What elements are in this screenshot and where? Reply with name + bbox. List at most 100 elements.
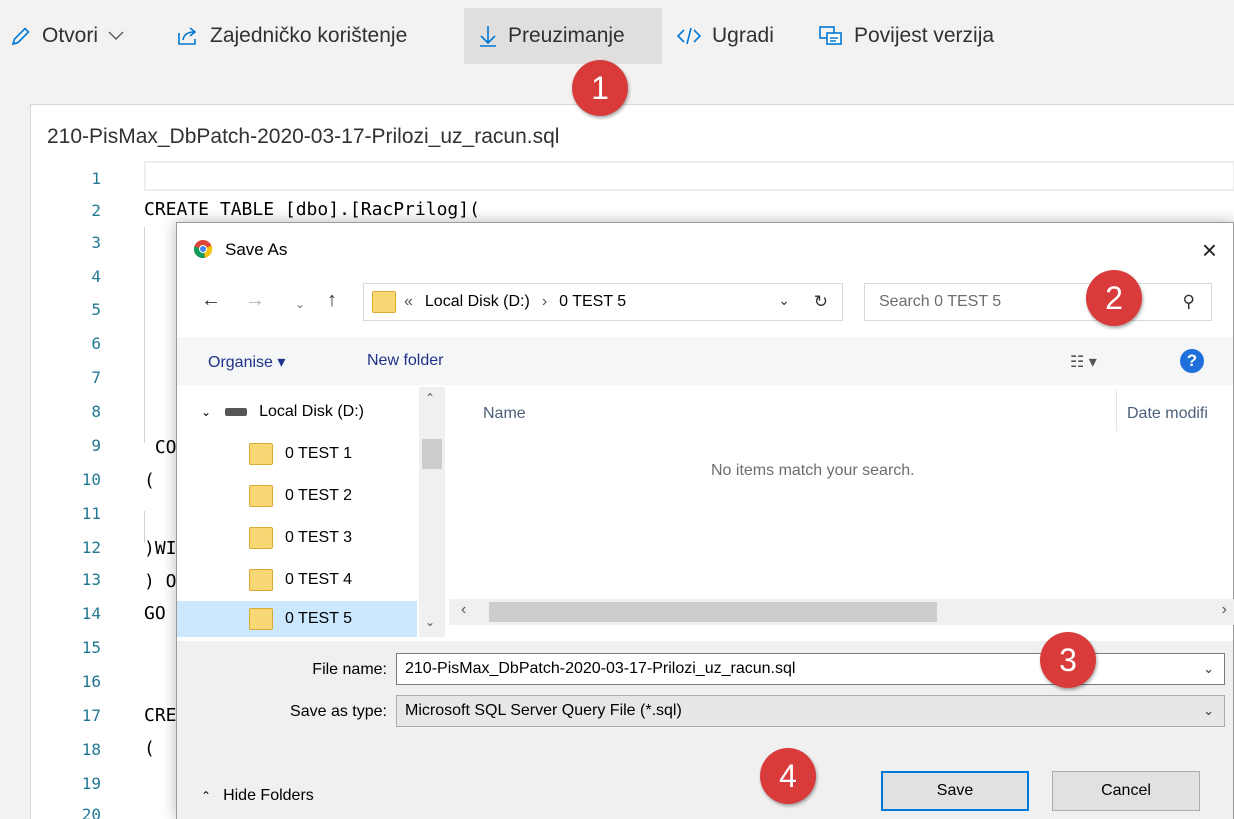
organise-label: Organise — [208, 354, 273, 371]
chrome-icon — [193, 239, 213, 264]
horizontal-scrollbar[interactable]: ‹ › — [449, 599, 1234, 625]
address-separator: › — [541, 293, 548, 310]
line-number: 10 — [81, 470, 101, 489]
scroll-left-icon[interactable]: ‹ — [461, 601, 466, 619]
tree-item-folder[interactable]: 0 TEST 1 — [177, 433, 417, 475]
file-title: 210-PisMax_DbPatch-2020-03-17-Prilozi_uz… — [47, 125, 560, 148]
save-button[interactable]: Save — [881, 771, 1029, 811]
line-number: 13 — [81, 570, 101, 589]
view-options-icon[interactable]: ☷ ▾ — [1070, 352, 1097, 372]
address-current-folder[interactable]: 0 TEST 5 — [559, 293, 626, 311]
folder-icon — [249, 608, 273, 630]
help-icon[interactable]: ? — [1180, 349, 1204, 373]
code-line-2: CREATE TABLE [dbo].[RacPrilog]( — [144, 199, 480, 220]
scroll-right-icon[interactable]: › — [1222, 601, 1227, 619]
save-as-dialog: Save As × ← → ⌄ ↑ « Local Disk (D:) › 0 … — [176, 222, 1234, 819]
download-button[interactable]: Preuzimanje — [464, 8, 662, 64]
organise-button[interactable]: Organise ▾ — [208, 352, 285, 372]
new-folder-button[interactable]: New folder — [367, 352, 443, 370]
tree-item-folder[interactable]: 0 TEST 2 — [177, 475, 417, 517]
save-as-type-label: Save as type: — [290, 703, 387, 720]
share-label: Zajedničko korištenje — [210, 24, 408, 47]
share-button[interactable]: Zajedničko korištenje — [176, 8, 407, 64]
line-number: 2 — [91, 201, 101, 220]
cancel-button[interactable]: Cancel — [1052, 771, 1200, 811]
share-icon — [176, 25, 200, 47]
line-number: 8 — [91, 402, 101, 421]
tree-item-label: 0 TEST 4 — [285, 571, 352, 588]
callout-badge: 2 — [1086, 270, 1142, 326]
forward-arrow-icon[interactable]: → — [245, 289, 265, 312]
chevron-down-icon[interactable]: ⌄ — [778, 292, 790, 309]
drive-icon — [225, 408, 248, 416]
column-divider[interactable] — [1116, 389, 1117, 431]
refresh-icon[interactable]: ↻ — [814, 292, 828, 312]
hide-folders-button[interactable]: ⌃ Hide Folders — [201, 787, 314, 805]
file-name-field[interactable]: 210-PisMax_DbPatch-2020-03-17-Prilozi_uz… — [396, 653, 1225, 685]
indent-guide — [144, 227, 145, 443]
open-button[interactable]: Otvori — [10, 8, 124, 64]
callout-badge: 3 — [1040, 632, 1096, 688]
tree-item-label: 0 TEST 3 — [285, 529, 352, 546]
tree-item-folder[interactable]: 0 TEST 3 — [177, 517, 417, 559]
line-number: 9 — [91, 436, 101, 455]
empty-message: No items match your search. — [711, 462, 915, 479]
navigation-row: ← → ⌄ ↑ « Local Disk (D:) › 0 TEST 5 ⌄ ↻… — [177, 283, 1233, 323]
close-icon[interactable]: × — [1202, 235, 1217, 266]
dialog-title: Save As — [225, 240, 288, 259]
save-as-type-value: Microsoft SQL Server Query File (*.sql) — [405, 702, 682, 719]
command-bar: Otvori Zajedničko korištenje Preuzimanje… — [0, 0, 1234, 70]
address-overflow[interactable]: « — [404, 293, 413, 311]
column-header-name[interactable]: Name — [483, 405, 526, 423]
folder-icon — [249, 527, 273, 549]
tree-item-label: 0 TEST 2 — [285, 487, 352, 504]
save-as-type-select[interactable]: Microsoft SQL Server Query File (*.sql) … — [396, 695, 1225, 727]
back-arrow-icon[interactable]: ← — [201, 289, 221, 312]
line-number: 6 — [91, 334, 101, 353]
chevron-down-icon[interactable]: ⌄ — [1203, 703, 1214, 719]
callout-badge: 1 — [572, 60, 628, 116]
code-icon — [676, 26, 702, 46]
download-icon — [478, 24, 498, 48]
version-history-label: Povijest verzija — [854, 24, 995, 47]
line-number: 18 — [81, 740, 101, 759]
code-line-11: ( — [144, 470, 155, 491]
tree-item-folder[interactable]: 0 TEST 4 — [177, 559, 417, 601]
tree-item-folder-selected[interactable]: 0 TEST 5 — [177, 601, 417, 637]
recent-locations-icon[interactable]: ⌄ — [295, 297, 305, 311]
search-icon: ⚲ — [1182, 292, 1195, 311]
version-history-button[interactable]: Povijest verzija — [818, 8, 994, 64]
line-number: 16 — [81, 672, 101, 691]
code-line-10: CO — [144, 437, 177, 458]
scrollbar-thumb[interactable] — [489, 602, 937, 622]
folder-icon — [249, 569, 273, 591]
address-drive[interactable]: Local Disk (D:) — [425, 293, 530, 311]
scrollbar-thumb[interactable] — [422, 439, 442, 469]
embed-label: Ugradi — [712, 24, 774, 47]
file-name-value: 210-PisMax_DbPatch-2020-03-17-Prilozi_uz… — [405, 660, 796, 677]
download-label: Preuzimanje — [508, 24, 625, 47]
pencil-icon — [10, 25, 32, 47]
embed-button[interactable]: Ugradi — [676, 8, 774, 64]
chevron-down-icon[interactable]: ⌄ — [1203, 661, 1214, 677]
hide-folders-label: Hide Folders — [223, 787, 314, 804]
tree-scrollbar[interactable]: ⌃ ⌄ — [419, 387, 445, 637]
code-line-14: ) O — [144, 571, 177, 592]
column-header-date-modified[interactable]: Date modifi — [1127, 405, 1208, 423]
line-number: 15 — [81, 638, 101, 657]
dialog-toolbar: Organise ▾ New folder ☷ ▾ ? — [177, 337, 1233, 385]
folder-tree: ⌄ Local Disk (D:) 0 TEST 1 0 TEST 2 0 TE… — [177, 387, 447, 637]
scroll-down-icon[interactable]: ⌄ — [425, 615, 435, 629]
line-number: 4 — [91, 267, 101, 286]
up-arrow-icon[interactable]: ↑ — [327, 289, 337, 312]
search-input[interactable]: Search 0 TEST 5 ⚲ — [864, 283, 1212, 321]
folder-icon — [372, 291, 396, 313]
scroll-up-icon[interactable]: ⌃ — [425, 391, 435, 405]
version-history-icon — [818, 25, 844, 47]
current-line-highlight — [144, 161, 1234, 191]
line-number: 12 — [81, 538, 101, 557]
line-number: 1 — [91, 169, 101, 188]
tree-item-drive[interactable]: ⌄ Local Disk (D:) — [177, 391, 417, 433]
address-bar[interactable]: « Local Disk (D:) › 0 TEST 5 ⌄ ↻ — [363, 283, 843, 321]
dialog-title-bar: Save As × — [177, 223, 1233, 273]
